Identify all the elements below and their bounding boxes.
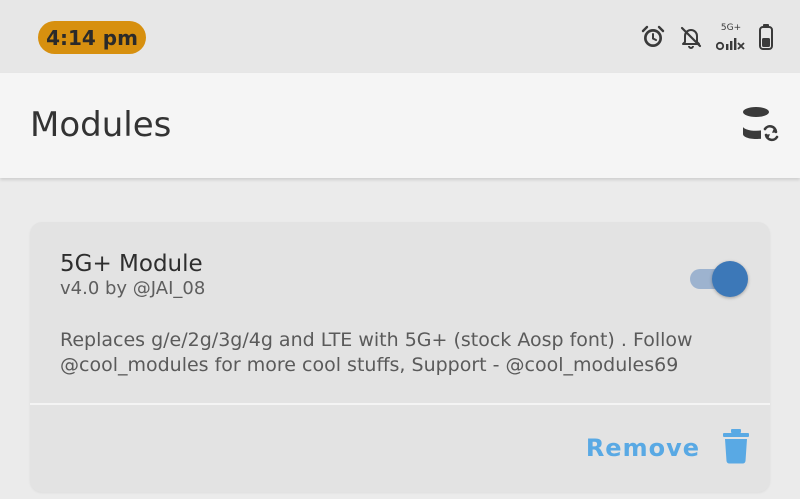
module-card: 5G+ Module v4.0 by @JAI_08 Replaces g/e/… <box>30 222 770 492</box>
battery-icon <box>758 23 774 51</box>
remove-label: Remove <box>585 434 700 462</box>
trash-icon <box>722 428 750 468</box>
module-description: Replaces g/e/2g/3g/4g and LTE with 5G+ (… <box>60 329 693 376</box>
status-bar: 4:14 pm 5G+ <box>0 0 800 73</box>
module-enable-toggle[interactable] <box>688 259 750 297</box>
status-time: 4:14 pm <box>38 21 146 54</box>
signal-5g-icon: 5G+ <box>716 23 746 51</box>
app-header: Modules <box>0 73 800 178</box>
toggle-thumb <box>712 261 748 297</box>
notifications-off-icon <box>678 24 704 50</box>
card-divider <box>30 403 770 405</box>
page-title: Modules <box>30 105 172 145</box>
remove-button[interactable]: Remove <box>586 428 750 468</box>
status-icons: 5G+ <box>640 20 774 54</box>
database-sync-button[interactable] <box>738 105 780 147</box>
module-name: 5G+ Module <box>60 251 203 277</box>
database-sync-icon <box>739 104 779 148</box>
alarm-icon <box>640 24 666 50</box>
module-version: v4.0 by @JAI_08 <box>60 278 206 299</box>
